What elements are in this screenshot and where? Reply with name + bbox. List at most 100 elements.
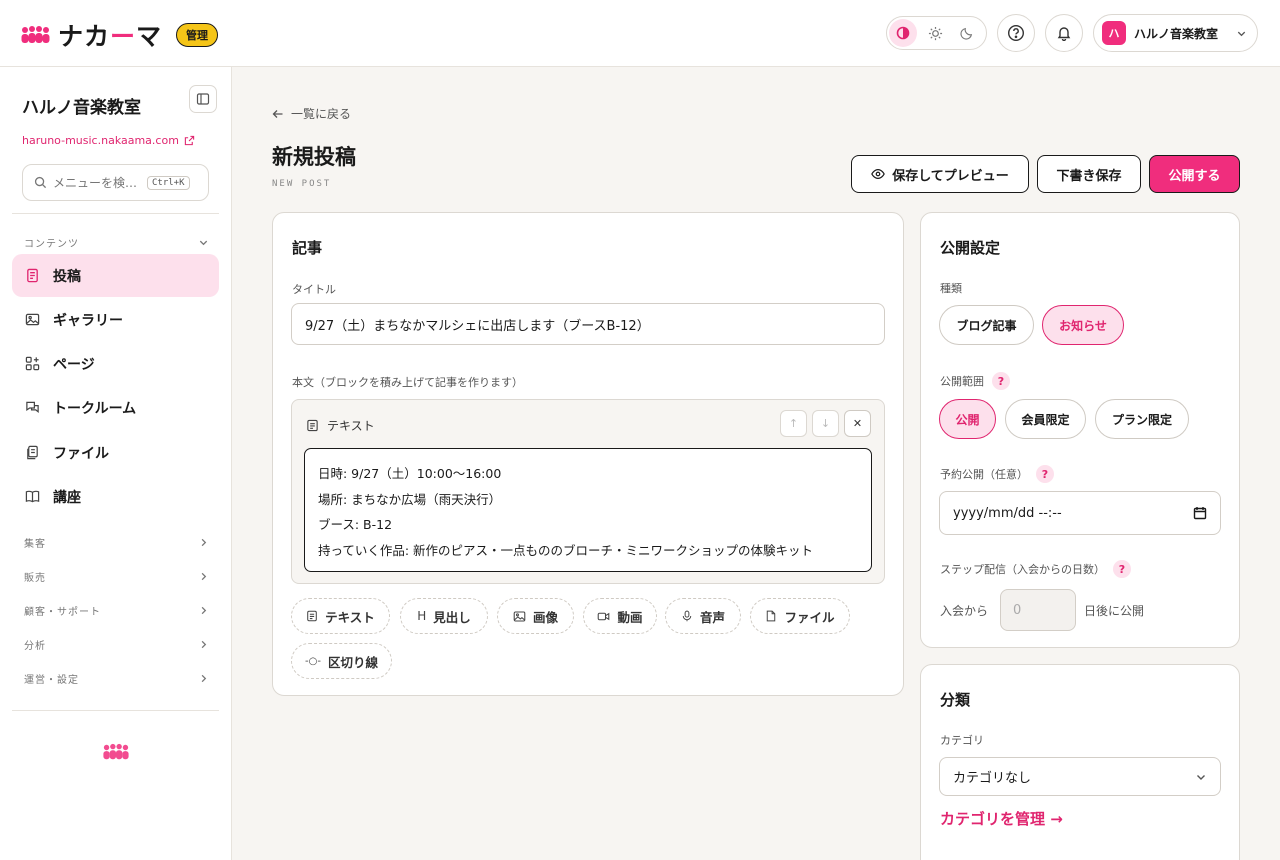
- chevron-right-icon: [201, 538, 207, 547]
- add-file-block-button[interactable]: ファイル: [750, 598, 850, 634]
- sidebar-section-label: 運営・設定: [24, 675, 79, 686]
- sidebar-section-marketing[interactable]: 集客: [24, 535, 209, 550]
- sidebar: ハルノ音楽教室 haruno-music.nakaama.com Ctrl+K …: [0, 67, 232, 860]
- sidebar-section-label: 販売: [24, 573, 46, 584]
- body-line: ブース: B-12: [318, 517, 393, 532]
- move-down-button[interactable]: ↓: [812, 410, 839, 437]
- sidebar-item-posts[interactable]: 投稿: [12, 254, 219, 297]
- arrow-up-icon: ↑: [788, 417, 799, 430]
- sidebar-section-label: 集客: [24, 539, 46, 550]
- add-block-label: 見出し: [433, 609, 471, 625]
- sidebar-divider: [12, 213, 219, 214]
- search-icon: [34, 176, 47, 189]
- manage-categories-link[interactable]: カテゴリを管理 →: [940, 808, 1063, 829]
- category-selected: カテゴリなし: [953, 771, 1032, 786]
- chat-icon: [25, 400, 40, 415]
- moon-icon[interactable]: [953, 19, 981, 47]
- sidebar-section-label: 分析: [24, 641, 46, 652]
- add-video-block-button[interactable]: 動画: [583, 598, 657, 634]
- step-suffix: 日後に公開: [1084, 604, 1145, 618]
- image-icon: [513, 611, 526, 621]
- add-divider-block-button[interactable]: -○- 区切り線: [291, 643, 392, 679]
- back-to-list-link[interactable]: 一覧に戻る: [272, 105, 351, 122]
- top-bar: ナカーマ 管理 ハ ハルノ音楽教室: [0, 0, 1280, 67]
- body-line: 日時: 9/27（土）10:00〜16:00: [318, 466, 502, 481]
- sidebar-item-talkroom[interactable]: トークルーム: [12, 386, 219, 429]
- sidebar-item-gallery[interactable]: ギャラリー: [12, 298, 219, 341]
- chevron-down-icon: [1237, 31, 1246, 36]
- move-up-button[interactable]: ↑: [780, 410, 807, 437]
- file-icon: [767, 610, 776, 622]
- sidebar-section-analytics[interactable]: 分析: [24, 637, 209, 652]
- save-preview-label: 保存してプレビュー: [892, 168, 1009, 184]
- save-draft-button[interactable]: 下書き保存: [1037, 155, 1141, 193]
- arrow-down-icon: ↓: [820, 417, 831, 430]
- add-image-block-button[interactable]: 画像: [497, 598, 574, 634]
- contrast-theme-icon[interactable]: [889, 19, 917, 47]
- add-block-label: 動画: [617, 609, 643, 625]
- kind-option-blog[interactable]: ブログ記事: [939, 305, 1034, 345]
- add-block-label: テキスト: [325, 609, 375, 625]
- title-label: タイトル: [292, 283, 336, 296]
- page-subtitle: NEW POST: [272, 179, 332, 189]
- app-logo[interactable]: ナカーマ 管理: [21, 17, 219, 53]
- sidebar-item-courses[interactable]: 講座: [12, 475, 219, 518]
- menu-search[interactable]: Ctrl+K: [22, 164, 209, 201]
- sidebar-section-settings[interactable]: 運営・設定: [24, 671, 209, 686]
- category-select[interactable]: カテゴリなし: [939, 757, 1221, 796]
- text-block-icon: [307, 419, 318, 432]
- sun-icon[interactable]: [921, 19, 949, 47]
- add-text-block-button[interactable]: テキスト: [291, 598, 390, 634]
- book-icon: [25, 489, 40, 504]
- page-title: 新規投稿: [272, 145, 356, 169]
- title-input[interactable]: 9/27（土）まちなかマルシェに出店します（ブースB-12）: [291, 303, 885, 345]
- sidebar-section-label: 顧客・サポート: [24, 607, 101, 618]
- site-url-link[interactable]: haruno-music.nakaama.com: [22, 134, 195, 147]
- help-icon[interactable]: ?: [1036, 465, 1054, 483]
- schedule-datetime-input[interactable]: yyyy/mm/dd --:--: [939, 491, 1221, 535]
- scope-option-plan[interactable]: プラン限定: [1095, 399, 1189, 439]
- sidebar-section-content[interactable]: コンテンツ: [24, 235, 209, 250]
- help-icon[interactable]: ?: [992, 372, 1010, 390]
- scope-option-members[interactable]: 会員限定: [1005, 399, 1086, 439]
- datetime-placeholder: yyyy/mm/dd --:--: [953, 505, 1062, 521]
- add-audio-block-button[interactable]: 音声: [665, 598, 741, 634]
- step-days-input[interactable]: 0: [1000, 589, 1076, 631]
- heading-icon: H: [417, 609, 427, 623]
- block-text-area[interactable]: 日時: 9/27（土）10:00〜16:00 場所: まちなか広場（雨天決行） …: [304, 448, 872, 572]
- collapse-sidebar-button[interactable]: [189, 85, 217, 113]
- people-logo-icon: [103, 743, 129, 760]
- sidebar-item-label: ページ: [53, 356, 95, 373]
- scope-option-public[interactable]: 公開: [939, 399, 996, 439]
- document-icon: [25, 268, 40, 283]
- help-button[interactable]: [997, 14, 1035, 52]
- video-icon: [598, 612, 610, 620]
- divider-icon: -○-: [305, 655, 321, 667]
- sidebar-item-files[interactable]: ファイル: [12, 431, 219, 474]
- chevron-right-icon: [201, 572, 207, 581]
- notifications-button[interactable]: [1045, 14, 1083, 52]
- sidebar-item-label: トークルーム: [53, 400, 137, 417]
- add-block-label: 区切り線: [327, 654, 378, 670]
- scope-label-row: 公開範囲 ?: [940, 372, 1010, 390]
- main-content: 一覧に戻る 新規投稿 NEW POST 保存してプレビュー 下書き保存 公開する…: [232, 67, 1280, 860]
- menu-search-input[interactable]: [53, 175, 141, 190]
- publish-button[interactable]: 公開する: [1149, 155, 1240, 193]
- account-menu[interactable]: ハ ハルノ音楽教室: [1093, 14, 1258, 52]
- article-card: 記事 タイトル 9/27（土）まちなかマルシェに出店します（ブースB-12） 本…: [272, 212, 904, 696]
- kind-option-notice[interactable]: お知らせ: [1042, 305, 1124, 345]
- add-heading-block-button[interactable]: H 見出し: [400, 598, 488, 634]
- sidebar-divider: [12, 710, 219, 711]
- save-preview-button[interactable]: 保存してプレビュー: [851, 155, 1029, 193]
- sidebar-item-label: ファイル: [53, 445, 109, 462]
- sidebar-item-pages[interactable]: ページ: [12, 342, 219, 385]
- add-block-label: 音声: [699, 609, 725, 625]
- help-icon[interactable]: ?: [1113, 560, 1131, 578]
- sidebar-section-sales[interactable]: 販売: [24, 569, 209, 584]
- sidebar-section-customers[interactable]: 顧客・サポート: [24, 603, 209, 618]
- article-heading: 記事: [292, 239, 323, 257]
- help-circle-icon: [1007, 24, 1025, 42]
- back-label: 一覧に戻る: [291, 107, 352, 121]
- site-url: haruno-music.nakaama.com: [22, 134, 179, 147]
- remove-block-button[interactable]: ✕: [844, 410, 871, 437]
